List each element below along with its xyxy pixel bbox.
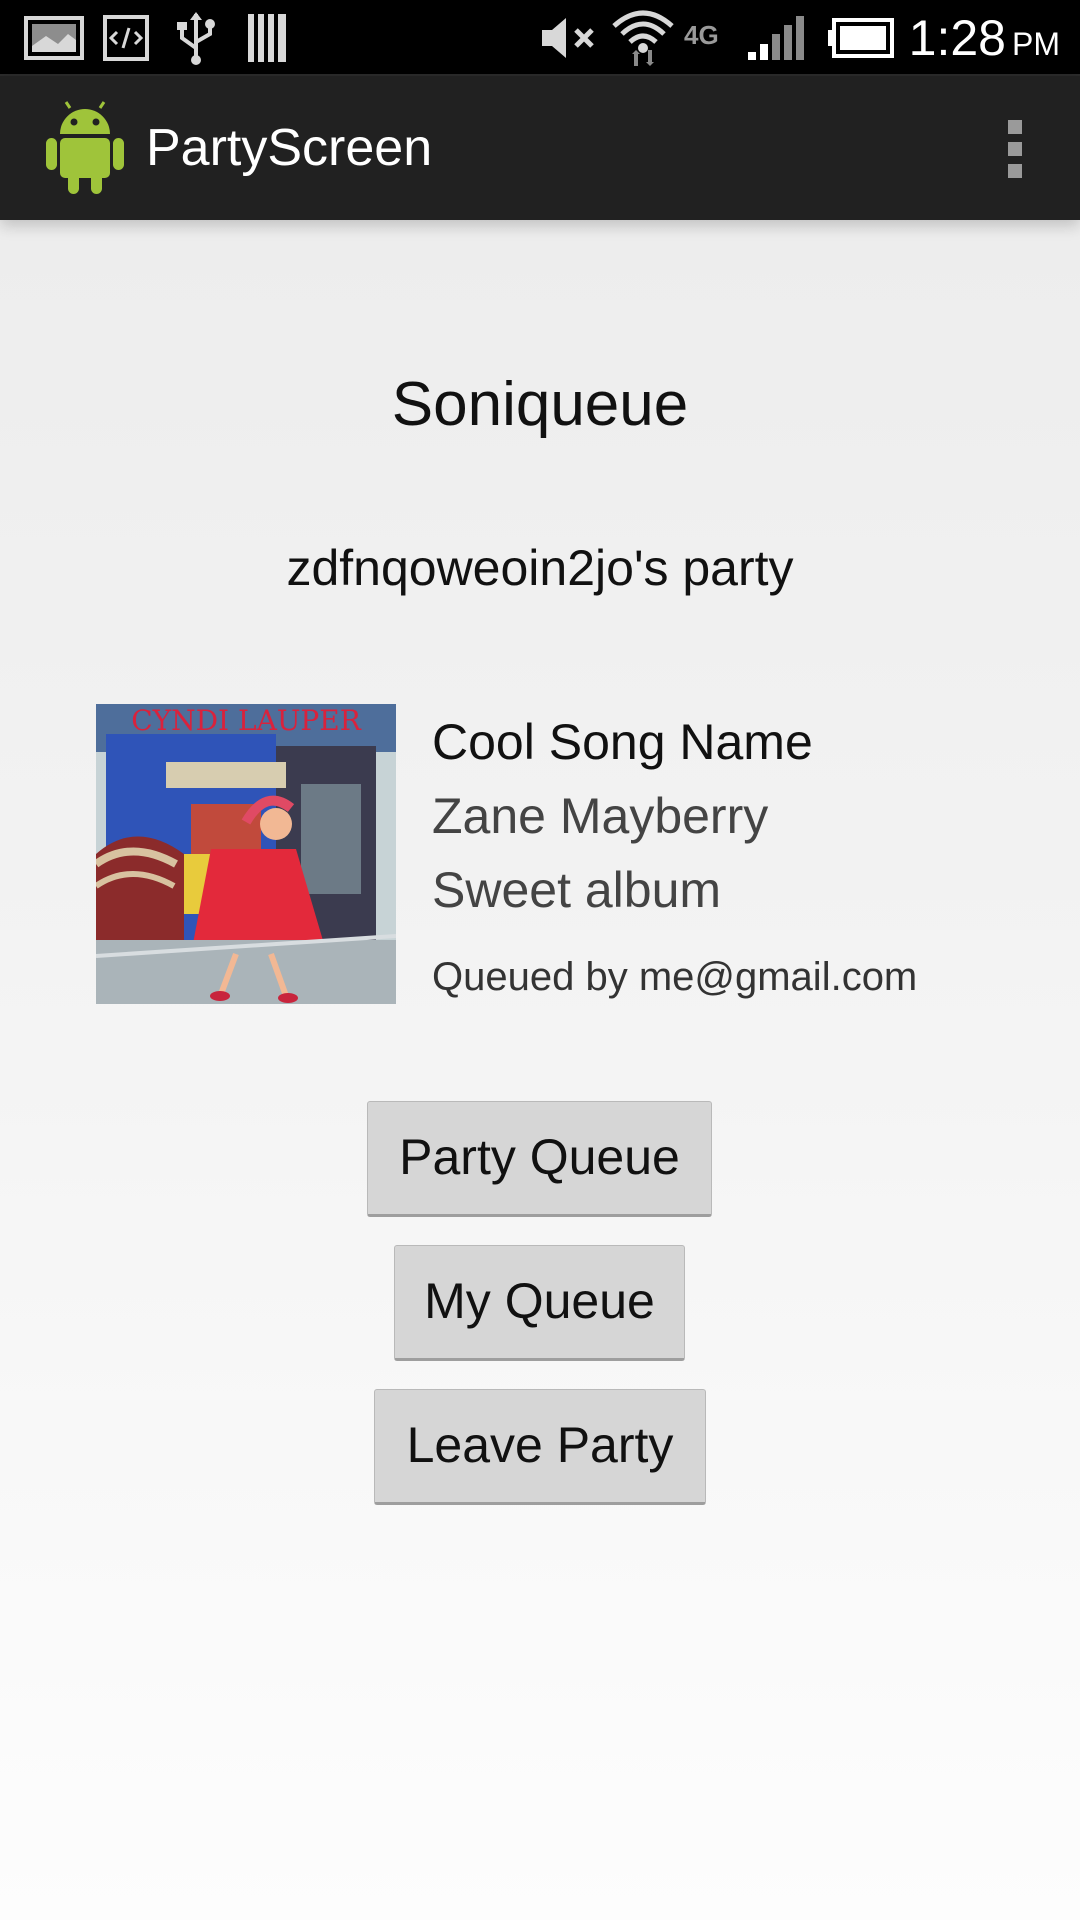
action-bar-title: PartyScreen — [146, 119, 433, 177]
menu-dot — [1008, 142, 1022, 156]
network-type-label: 4G — [684, 20, 719, 50]
party-name: zdfnqoweoin2jo's party — [286, 540, 794, 596]
menu-dot — [1008, 164, 1022, 178]
song-album: Sweet album — [432, 862, 722, 918]
status-clock: 1:28 PM — [909, 8, 1060, 74]
clock-time: 1:28 — [908, 10, 1006, 66]
network-4g-icon: 4G — [684, 20, 719, 50]
usb-icon — [177, 12, 215, 65]
app-name-heading: Soniqueue — [391, 370, 689, 439]
android-robot-icon[interactable] — [44, 100, 126, 196]
mute-icon — [542, 18, 594, 58]
developer-code-icon — [103, 15, 149, 61]
leave-party-button[interactable]: Leave Party — [374, 1389, 706, 1505]
song-artist: Zane Mayberry — [432, 788, 769, 844]
clock-ampm: PM — [1012, 26, 1060, 62]
battery-icon — [828, 18, 894, 58]
barcode-icon — [248, 14, 286, 62]
party-queue-button[interactable]: Party Queue — [367, 1101, 712, 1217]
status-bar: 4G 1:28 PM — [0, 0, 1080, 76]
menu-dot — [1008, 120, 1022, 134]
album-art: CYNDI LAUPER — [96, 704, 396, 1004]
song-title: Cool Song Name — [432, 714, 813, 770]
overflow-menu-icon[interactable] — [984, 106, 1044, 190]
queued-by-label: Queued by me@gmail.com — [432, 955, 918, 999]
action-bar: PartyScreen — [0, 76, 1080, 220]
wifi-icon — [612, 10, 674, 66]
gallery-icon — [24, 16, 84, 60]
album-art-caption: CYNDI LAUPER — [131, 704, 362, 737]
signal-icon — [748, 16, 804, 60]
my-queue-button[interactable]: My Queue — [394, 1245, 685, 1361]
